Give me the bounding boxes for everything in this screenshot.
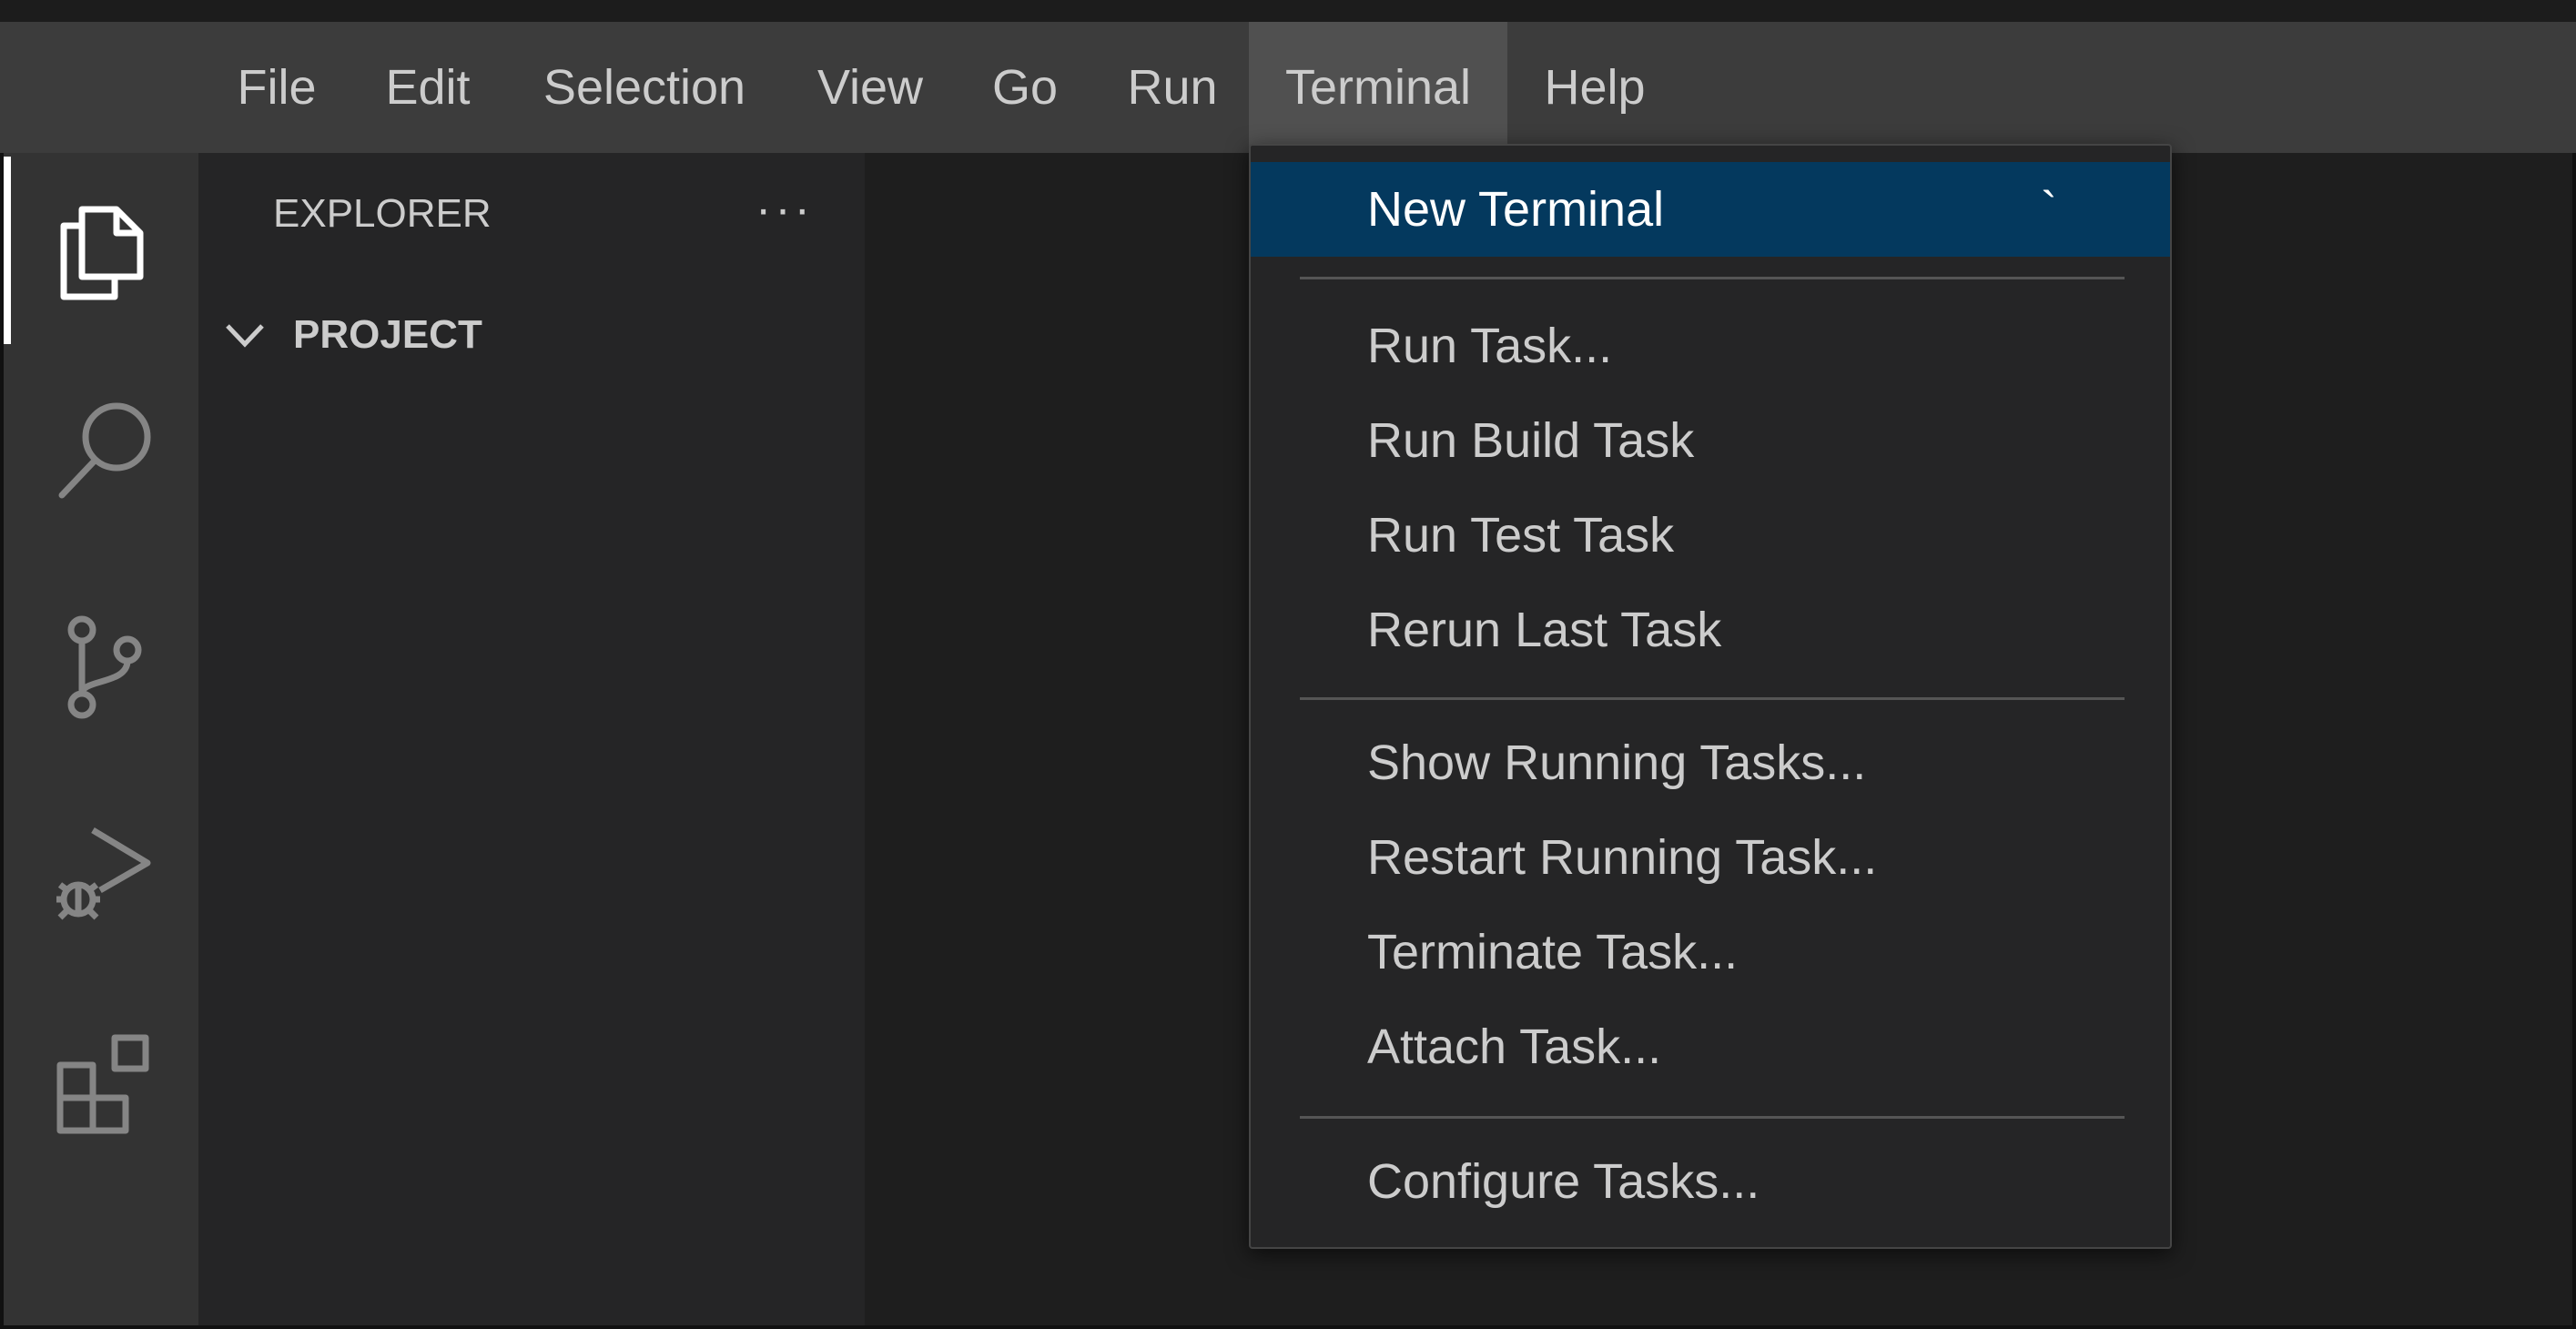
menu-item-label: Run Task... <box>1367 319 1613 373</box>
menu-item-label: Show Running Tasks... <box>1367 736 1867 790</box>
menu-separator <box>1300 277 2125 279</box>
active-indicator <box>4 157 11 344</box>
menu-item-label: New Terminal <box>1367 182 1665 237</box>
project-folder-row[interactable]: PROJECT <box>222 308 482 362</box>
menu-edit[interactable]: Edit <box>373 22 482 153</box>
extensions-icon[interactable] <box>46 1020 164 1138</box>
terminal-menu-dropdown: New Terminal ` Run Task... Run Build Tas… <box>1249 144 2172 1249</box>
menu-item-terminate-task[interactable]: Terminate Task... <box>1251 905 2170 999</box>
menu-run[interactable]: Run <box>1116 22 1229 153</box>
menu-separator <box>1300 1116 2125 1119</box>
menu-item-shortcut: ` <box>2041 182 2057 237</box>
menu-help[interactable]: Help <box>1531 22 1658 153</box>
menu-go[interactable]: Go <box>981 22 1069 153</box>
run-debug-icon[interactable] <box>46 812 164 930</box>
menu-file[interactable]: File <box>226 22 328 153</box>
activity-bar <box>4 153 198 1325</box>
menu-item-label: Terminate Task... <box>1367 925 1739 979</box>
explorer-title: EXPLORER <box>273 191 492 236</box>
menu-item-attach-task[interactable]: Attach Task... <box>1251 999 2170 1094</box>
menu-item-label: Configure Tasks... <box>1367 1154 1760 1209</box>
search-icon[interactable] <box>46 390 164 508</box>
menu-item-label: Restart Running Task... <box>1367 830 1878 885</box>
more-actions-button[interactable]: ··· <box>756 182 814 237</box>
chevron-down-icon <box>226 324 264 348</box>
project-folder-label: PROJECT <box>293 312 482 357</box>
menu-item-new-terminal[interactable]: New Terminal ` <box>1251 162 2170 257</box>
menu-item-label: Run Build Task <box>1367 413 1695 468</box>
source-control-icon[interactable] <box>46 608 164 726</box>
menu-terminal[interactable]: Terminal <box>1249 22 1507 153</box>
menu-item-run-build-task[interactable]: Run Build Task <box>1251 393 2170 488</box>
menu-separator <box>1300 697 2125 700</box>
menu-item-label: Rerun Last Task <box>1367 603 1722 657</box>
menu-item-configure-tasks[interactable]: Configure Tasks... <box>1251 1134 2170 1229</box>
menu-selection[interactable]: Selection <box>530 22 759 153</box>
menu-view[interactable]: View <box>808 22 932 153</box>
menu-item-rerun-last-task[interactable]: Rerun Last Task <box>1251 583 2170 677</box>
menu-item-run-task[interactable]: Run Task... <box>1251 299 2170 393</box>
files-icon[interactable] <box>46 189 164 308</box>
menu-item-restart-running-task[interactable]: Restart Running Task... <box>1251 810 2170 905</box>
menu-item-label: Attach Task... <box>1367 1020 1662 1074</box>
menu-item-label: Run Test Task <box>1367 508 1675 563</box>
menu-item-run-test-task[interactable]: Run Test Task <box>1251 488 2170 583</box>
menu-item-show-running-tasks[interactable]: Show Running Tasks... <box>1251 715 2170 810</box>
